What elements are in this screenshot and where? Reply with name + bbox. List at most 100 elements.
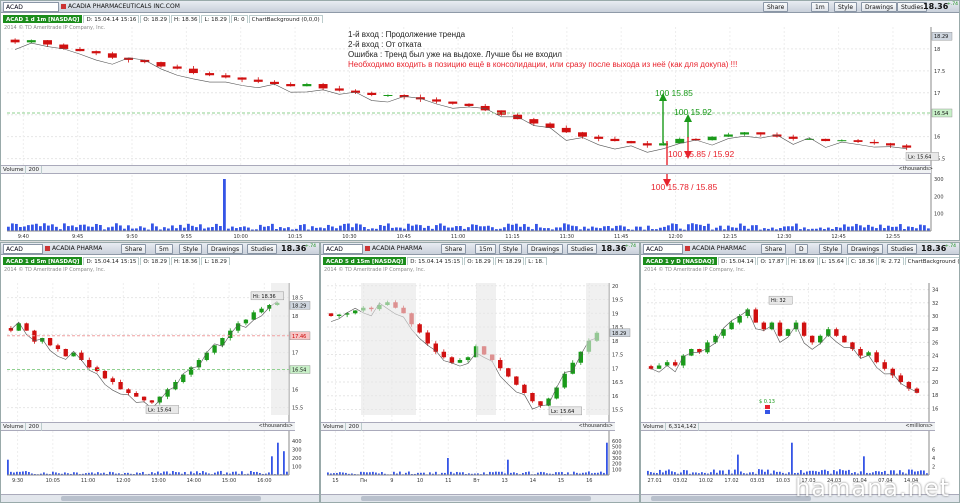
volume-bar [215,223,218,231]
candle-body [425,332,430,344]
drawings-button[interactable]: Drawings [861,2,898,12]
volume-bar [19,226,22,231]
p2-scroll-thumb[interactable] [361,496,591,501]
volume-bar [588,471,590,475]
volume-bar [75,227,78,231]
p1-share-button[interactable]: Share [121,244,147,254]
volume-bar [211,226,214,231]
volume-bar [728,469,730,475]
candle-body [874,352,879,363]
candle-body [172,66,182,69]
p2-style-button[interactable]: Style [499,244,523,254]
candle-body [63,349,68,357]
candle-body [383,95,393,96]
volume-bar [740,471,742,475]
candle-body [91,51,101,54]
volume-bar [767,469,769,475]
candle-body [212,345,217,353]
p1-drawings-button[interactable]: Drawings [207,244,244,254]
p3-symbol-field[interactable]: ACAD [643,244,683,254]
p3-style-button[interactable]: Style [819,244,843,254]
y-tick-label: 17 [292,351,298,357]
volume-bar [220,470,222,475]
interval-button[interactable]: 1m [811,2,829,12]
candle-body [809,335,815,343]
volume-tick-label: 500 [612,445,622,451]
p2-symbol-field[interactable]: ACAD [323,244,363,254]
p2-price-chart[interactable]: 15.51616.51717.51818.51919.52015 Пн 9 10 11 В… [321,255,639,495]
volume-bar [511,224,514,231]
p3-drawings-button[interactable]: Drawings [847,244,884,254]
volume-bar [619,225,622,231]
p1-scrollbar[interactable] [1,494,319,502]
volume-bar [867,224,870,231]
p1-studies-button[interactable]: Studies [247,244,278,254]
volume-bar [196,471,198,475]
volume-tick-label: 300 [934,177,944,183]
company-description: ACADIA PHARMACEUTICALS INC.COM [61,2,180,12]
p1-scroll-thumb[interactable] [61,496,261,501]
style-button[interactable]: Style [834,2,858,12]
x-tick-label: Пн [360,478,367,484]
volume-bar [571,225,574,231]
candle-body [302,84,312,87]
volume-bar [791,442,793,475]
volume-value: 200 [26,166,42,174]
chart-panel-daily: ACAD ACADIA PHARMAC Share D Style Drawin… [640,242,960,503]
candle-body [554,387,559,399]
p1-interval-button[interactable]: 5m [155,244,173,254]
volume-bar [239,227,242,231]
volume-bar [603,226,606,231]
volume-bar [791,226,794,231]
volume-bar [491,227,494,231]
p2-drawings-button[interactable]: Drawings [527,244,564,254]
candle-body [837,140,847,142]
x-tick-label: 16 [586,478,592,484]
p1-price-chart[interactable]: 15.51616.51717.51818.59:3010:0511:0012:0… [1,255,319,495]
x-tick-label: 9:45 [72,234,83,240]
candle-body [898,375,904,382]
volume-bar [758,469,760,475]
p2-scrollbar[interactable] [321,494,639,502]
candle-body [102,371,108,379]
p2-interval-button[interactable]: 15m [475,244,497,254]
volume-bar [407,223,410,231]
volume-bar [143,227,146,231]
x-tick-label: 9:30 [12,478,23,484]
volume-bar [235,471,237,475]
candle-body [24,323,29,331]
symbol-field[interactable]: ACAD [3,2,59,12]
volume-bar [623,226,626,231]
level-tag-green: 16.54 [292,368,306,374]
p3-studies-button[interactable]: Studies [887,244,918,254]
candle-body [237,77,247,80]
p3-scroll-thumb[interactable] [651,496,811,501]
p1-symbol-field[interactable]: ACAD [3,244,43,254]
p3-interval-button[interactable]: D [795,244,808,254]
x-tick-label: 11:45 [614,234,628,240]
p2-studies-button[interactable]: Studies [567,244,598,254]
p3-toolbar: ACAD ACADIA PHARMAC Share D Style Drawin… [641,243,959,255]
entry-annotation-1: 100 15.85 [655,88,693,98]
p3-price-chart[interactable]: 1618202224262830323427.01 03.02 10.02 17.02… [641,255,959,495]
candle-body [914,388,920,393]
y-tick-label: 16 [934,135,940,141]
candle-body [141,396,147,401]
volume-tick-label: 6 [932,448,935,454]
candle-body [188,68,198,74]
y-tick-label: 17 [612,366,618,372]
volume-bar [190,471,192,475]
y-tick-label: 19.5 [612,298,623,304]
volume-bar [743,225,746,231]
p2-share-button[interactable]: Share [441,244,467,254]
candle-body [761,322,767,330]
volume-bar [515,223,518,231]
p3-share-button[interactable]: Share [761,244,787,254]
volume-bar [773,470,775,475]
p1-style-button[interactable]: Style [179,244,203,254]
volume-bar [399,471,401,475]
share-button[interactable]: Share [763,2,789,12]
candle-body [869,141,879,144]
volume-bar [83,224,86,231]
x-tick-label: 9:50 [126,234,137,240]
